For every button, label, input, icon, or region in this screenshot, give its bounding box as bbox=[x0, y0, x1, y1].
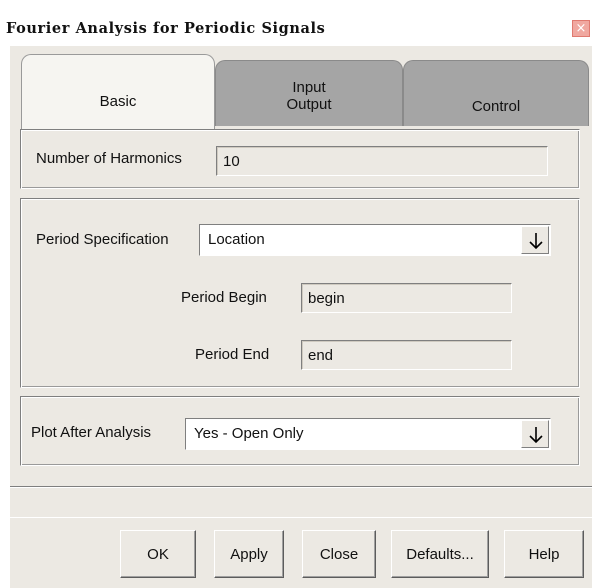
period-end-input[interactable] bbox=[301, 340, 512, 370]
plot-group: Plot After Analysis Yes - Open Only bbox=[20, 396, 580, 466]
plot-after-value: Yes - Open Only bbox=[194, 425, 304, 442]
tab-control-label: Control bbox=[471, 98, 521, 115]
tab-input-output-label-line2: Output bbox=[286, 96, 332, 113]
close-icon[interactable]: × bbox=[572, 20, 590, 37]
period-group: Period Specification Location Period Beg… bbox=[20, 198, 580, 388]
ok-button[interactable]: OK bbox=[120, 530, 196, 578]
harmonics-input[interactable] bbox=[216, 146, 548, 176]
title-bar[interactable]: Fourier Analysis for Periodic Signals × bbox=[0, 0, 595, 46]
help-button[interactable]: Help bbox=[504, 530, 584, 578]
arrow-down-icon[interactable] bbox=[521, 420, 549, 448]
defaults-button[interactable]: Defaults... bbox=[391, 530, 489, 578]
harmonics-label: Number of Harmonics bbox=[36, 150, 182, 167]
period-end-label: Period End bbox=[195, 346, 270, 363]
fourier-analysis-dialog: Fourier Analysis for Periodic Signals × … bbox=[0, 0, 595, 588]
harmonics-group: Number of Harmonics bbox=[20, 129, 580, 189]
tab-control[interactable]: Control bbox=[403, 60, 589, 126]
tab-input-output[interactable]: Input Output bbox=[215, 60, 403, 126]
close-button[interactable]: Close bbox=[302, 530, 376, 578]
tab-basic-label: Basic bbox=[99, 93, 137, 110]
plot-after-label: Plot After Analysis bbox=[31, 424, 152, 441]
arrow-down-icon[interactable] bbox=[521, 226, 549, 254]
tab-input-output-label-line1: Input bbox=[292, 79, 326, 96]
plot-after-dropdown[interactable]: Yes - Open Only bbox=[185, 418, 551, 450]
period-begin-label: Period Begin bbox=[181, 289, 267, 306]
period-spec-dropdown[interactable]: Location bbox=[199, 224, 551, 256]
dialog-body: Basic Input Output Control Number of Har… bbox=[10, 46, 592, 588]
tab-basic[interactable]: Basic bbox=[21, 54, 215, 129]
period-begin-input[interactable] bbox=[301, 283, 512, 313]
period-spec-value: Location bbox=[208, 231, 265, 248]
apply-button[interactable]: Apply bbox=[214, 530, 284, 578]
period-spec-label: Period Specification bbox=[36, 231, 169, 248]
window-title: Fourier Analysis for Periodic Signals bbox=[6, 20, 326, 37]
status-bar bbox=[10, 486, 592, 518]
